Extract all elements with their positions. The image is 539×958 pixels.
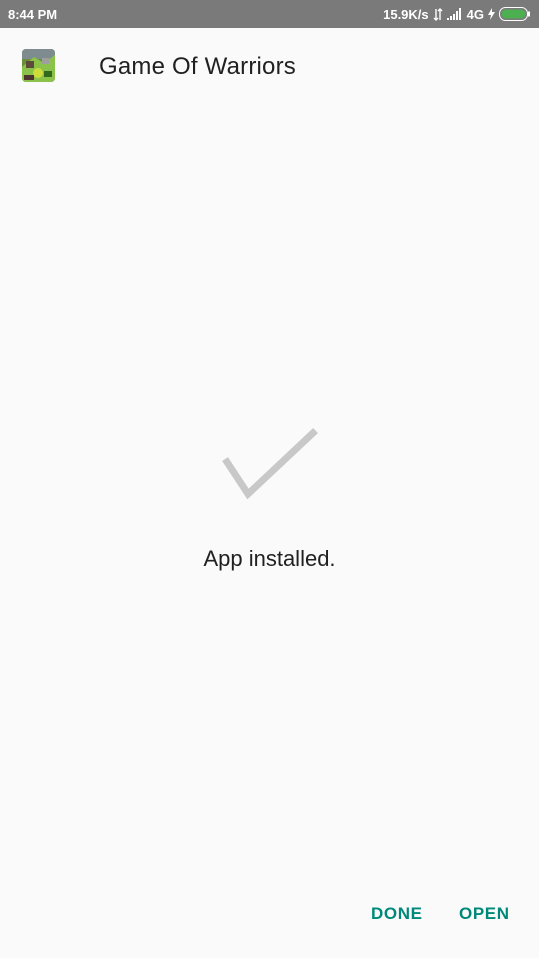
checkmark-icon (222, 428, 318, 500)
battery-icon (499, 7, 531, 21)
open-button[interactable]: OPEN (453, 900, 516, 928)
signal-icon (446, 8, 463, 20)
status-time: 8:44 PM (8, 7, 58, 22)
app-header: Game Of Warriors (0, 28, 539, 108)
charging-bolt-icon (488, 8, 495, 20)
install-status-message: App installed. (203, 546, 336, 571)
app-name: Game Of Warriors (99, 53, 296, 80)
status-bar: 8:44 PM 15.9K/s 4G (0, 0, 539, 28)
network-type: 4G (466, 6, 484, 22)
net-speed: 15.9K/s (383, 6, 429, 22)
done-button[interactable]: DONE (365, 900, 429, 928)
game-app-icon (22, 49, 55, 82)
status-indicators: 15.9K/s 4G (383, 5, 531, 23)
data-arrows-icon (433, 7, 443, 21)
